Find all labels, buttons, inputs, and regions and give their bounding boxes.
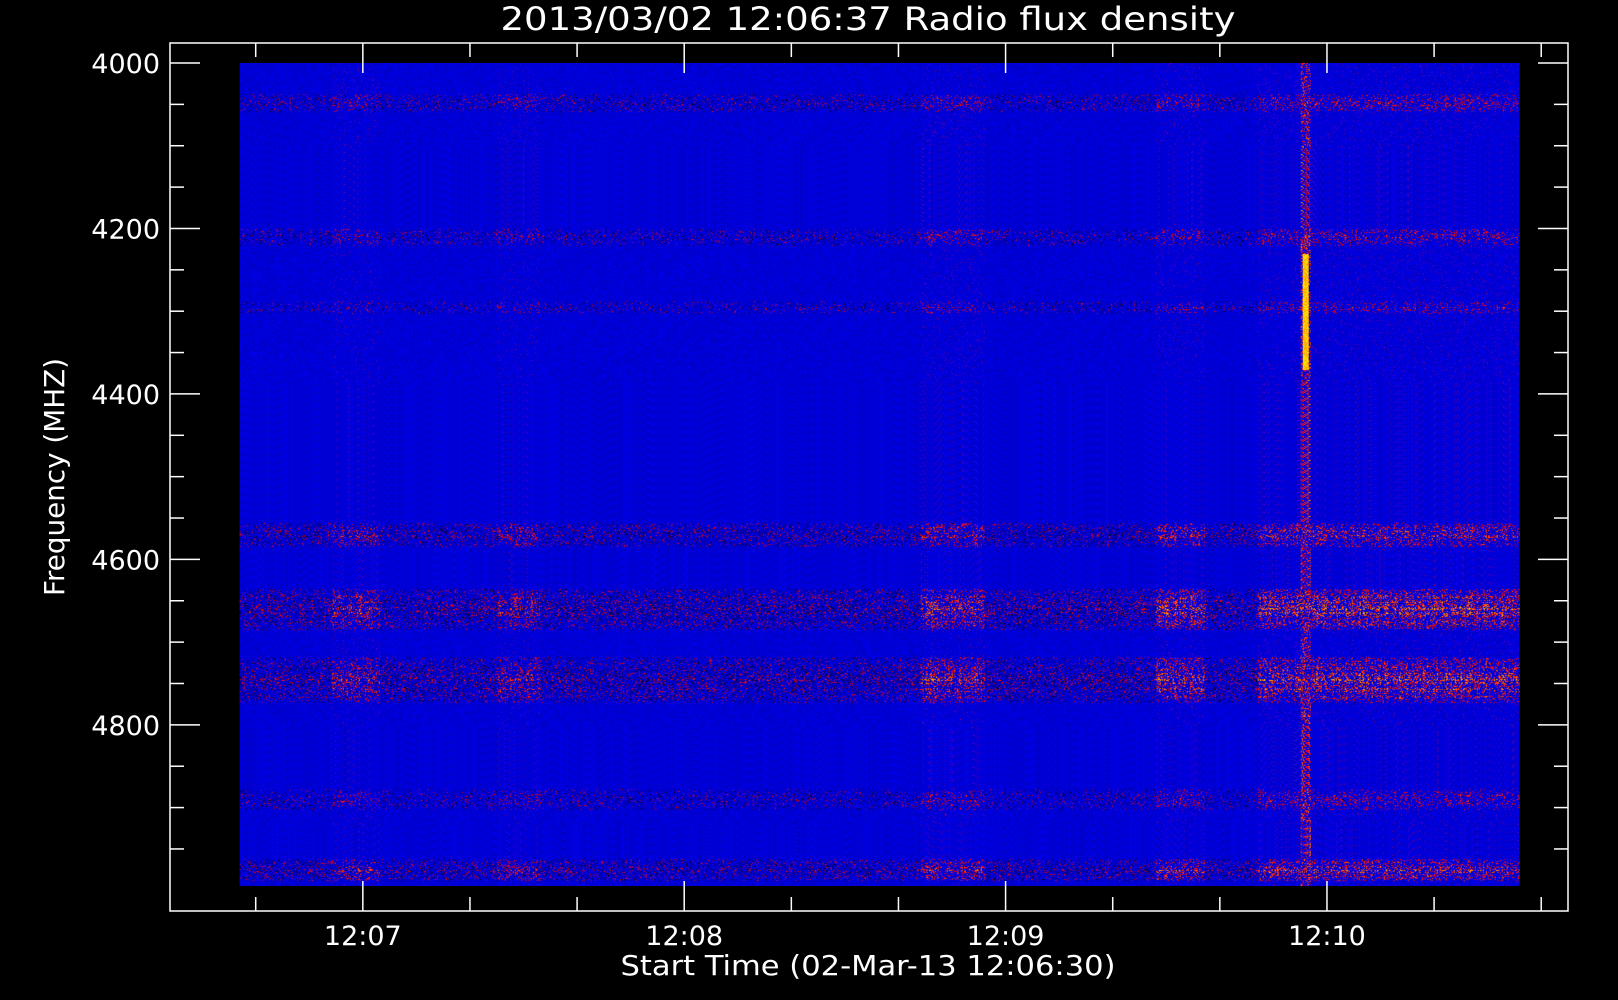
x-tick-label: 12:07 [324, 921, 402, 952]
x-tick-label: 12:10 [1288, 921, 1366, 952]
y-tick-label: 4200 [91, 214, 160, 245]
x-axis-label: Start Time (02-Mar-13 12:06:30) [621, 949, 1116, 982]
y-tick-label: 4800 [91, 711, 160, 742]
y-axis-label: Frequency (MHZ) [38, 358, 71, 596]
y-tick-label: 4600 [91, 545, 160, 576]
spectrogram-chart: 2013/03/02 12:06:37 Radio flux density 1… [0, 0, 1618, 1000]
y-tick-label: 4400 [91, 380, 160, 411]
chart-title: 2013/03/02 12:06:37 Radio flux density [501, 0, 1236, 38]
y-tick-label: 4000 [91, 49, 160, 80]
x-tick-label: 12:09 [967, 921, 1045, 952]
x-tick-label: 12:08 [645, 921, 723, 952]
heatmap-image [239, 63, 1520, 886]
heatmap-raster [239, 63, 1520, 886]
